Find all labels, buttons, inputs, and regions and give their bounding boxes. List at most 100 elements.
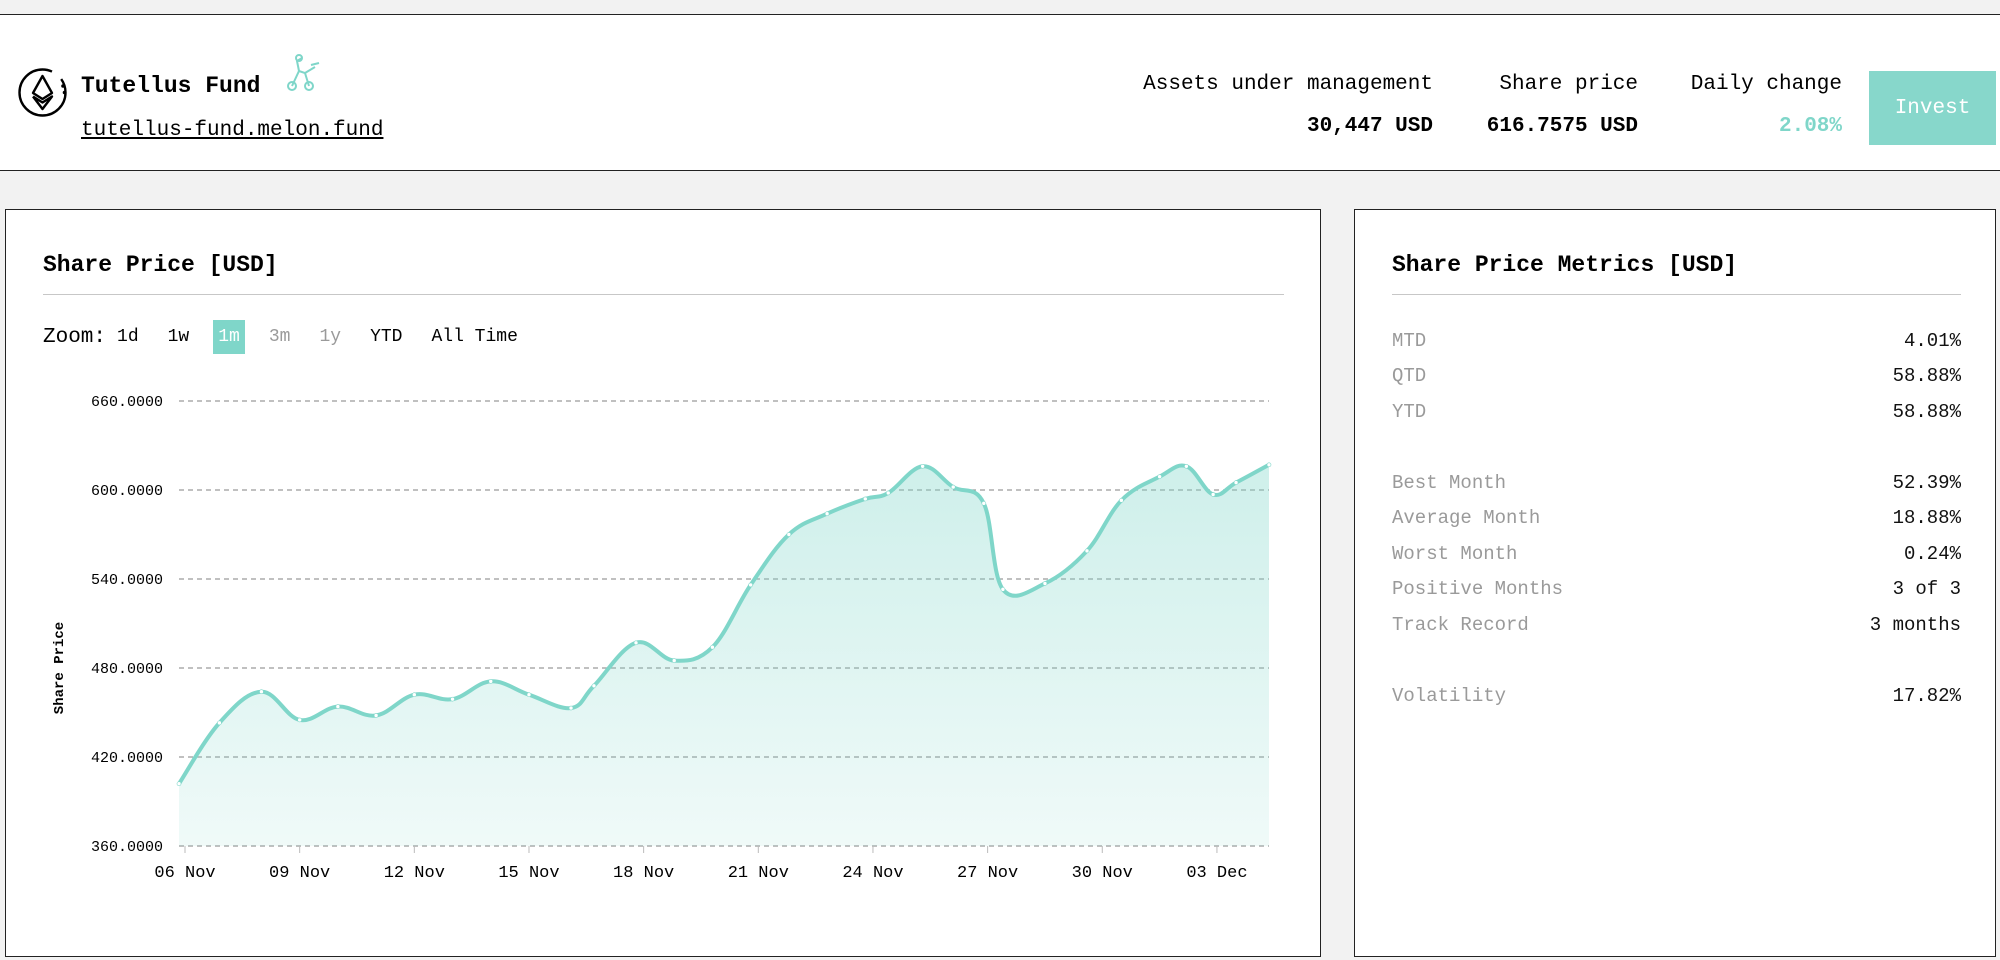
metric-label: Worst Month [1392,542,1518,565]
metrics-panel-title: Share Price Metrics [USD] [1392,252,1738,278]
data-point[interactable] [1042,581,1048,586]
data-point[interactable] [450,696,455,702]
daily-change-value: 2.08% [1778,115,1842,138]
invest-button[interactable]: Invest [1869,71,1996,145]
data-point[interactable] [373,713,379,718]
metric-value: 4.01% [1903,329,1961,352]
metric-label: YTD [1392,400,1427,423]
data-point[interactable] [217,720,222,726]
metric-label: Track Record [1392,613,1529,636]
y-tick-label: 660.0000 [91,394,163,411]
data-point[interactable] [1184,463,1189,469]
daily-change-label: Daily change [1690,73,1842,96]
metrics-title-divider [1392,294,1961,295]
data-point[interactable] [1000,587,1006,592]
data-point[interactable] [920,463,925,469]
share-price-chart: 660.0000 600.0000 540.0000 480.0000 420.0000… [52,394,1272,883]
data-point[interactable] [176,781,182,787]
data-point[interactable] [710,644,715,650]
metric-value: 18.88% [1892,507,1961,530]
metric-value: 0.24% [1903,542,1961,565]
y-tick-label: 600.0000 [91,483,163,500]
metric-value: 17.82% [1892,684,1961,707]
metric-value: 58.88% [1892,365,1961,388]
metric-row-best-month: Best Month 52.39% [1392,465,1961,501]
share-price-stat: Share price 616.7575 USD [1487,70,1638,142]
melon-logo-icon [18,68,67,117]
metric-group-gap [1392,430,1961,466]
x-tick-label: 27 Nov [957,864,1018,883]
metric-group-gap [1392,643,1961,679]
data-point[interactable] [526,692,532,698]
fund-link[interactable]: tutellus-fund.melon.fund [81,119,383,142]
y-tick-label: 360.0000 [91,839,163,856]
data-point[interactable] [1084,548,1090,554]
data-point[interactable] [488,679,494,684]
metrics-list: MTD 4.01% QTD 58.88% YTD 58.88% Best Month 52.3… [1392,323,1961,714]
fund-name: Tutellus Fund [81,73,261,99]
aum-value: 30,447 USD [1306,115,1433,138]
data-point[interactable] [259,689,264,695]
data-point[interactable] [633,640,639,646]
x-tick-label: 21 Nov [728,864,789,883]
data-point[interactable] [1157,474,1162,479]
aum-label: Assets under management [1143,73,1433,96]
share-price-label: Share price [1499,73,1638,96]
data-point[interactable] [412,692,417,698]
data-point[interactable] [1119,498,1124,503]
x-tick-label: 18 Nov [613,864,674,883]
metric-value: 52.39% [1892,471,1961,494]
y-axis-label: Share Price [52,622,68,714]
x-tick-label: 24 Nov [842,864,903,883]
metric-value: 3 of 3 [1892,578,1961,601]
y-axis-ticks: 660.0000 600.0000 540.0000 480.0000 420.0000… [91,394,163,856]
data-point[interactable] [1210,492,1216,497]
metric-label: Volatility [1392,684,1507,707]
y-tick-label: 480.0000 [91,661,163,678]
metric-label: Average Month [1392,507,1541,530]
x-tick-label: 12 Nov [384,864,445,883]
metric-label: QTD [1392,365,1427,388]
metric-row-average-month: Average Month 18.88% [1392,501,1961,537]
metric-label: MTD [1392,329,1427,352]
x-tick-label: 09 Nov [269,864,330,883]
data-point[interactable] [786,532,792,537]
daily-change-stat: Daily change 2.08% [1691,70,1842,142]
data-point[interactable] [1266,462,1272,468]
metric-row-volatility: Volatility 17.82% [1392,678,1961,714]
metric-row-worst-month: Worst Month 0.24% [1392,536,1961,572]
data-point[interactable] [824,511,830,517]
metric-label: Best Month [1392,471,1507,494]
data-point[interactable] [335,704,341,709]
share-price-panel: Share Price [USD] Zoom: 1d 1w 1m 3m 1y YTD All… [5,209,1321,957]
y-tick-label: 540.0000 [91,572,163,589]
x-tick-label: 30 Nov [1072,864,1133,883]
data-point[interactable] [885,490,891,496]
data-point[interactable] [297,717,302,723]
metric-value: 3 months [1869,613,1961,636]
data-point[interactable] [748,582,753,588]
y-tick-label: 420.0000 [91,750,163,767]
metric-row-track-record: Track Record 3 months [1392,607,1961,643]
data-point[interactable] [591,683,597,689]
x-tick-label: 15 Nov [498,864,559,883]
fund-header: Tutellus Fund tutellus-fund.melon.fund A… [0,14,2000,171]
share-price-value: 616.7575 USD [1486,115,1638,138]
metric-row-ytd: YTD 58.88% [1392,394,1961,430]
data-point[interactable] [863,496,868,502]
x-tick-label: 03 Dec [1186,864,1247,883]
aum-stat: Assets under management 30,447 USD [1143,70,1433,142]
scooter-mascot-icon [287,54,320,91]
metric-label: Positive Months [1392,578,1564,601]
metric-row-mtd: MTD 4.01% [1392,323,1961,359]
x-tick-label: 06 Nov [154,864,215,883]
data-point[interactable] [568,705,574,711]
data-point[interactable] [950,484,956,490]
share-price-metrics-panel: Share Price Metrics [USD] MTD 4.01% QTD 58.… [1354,209,1996,957]
data-point[interactable] [671,658,677,663]
metric-row-positive-months: Positive Months 3 of 3 [1392,572,1961,608]
metric-value: 58.88% [1892,400,1961,423]
data-point[interactable] [1233,480,1239,485]
data-point[interactable] [981,501,987,506]
x-axis-ticks: 06 Nov 09 Nov 12 Nov 15 Nov 18 Nov 21 Nov 24 N… [154,846,1248,883]
